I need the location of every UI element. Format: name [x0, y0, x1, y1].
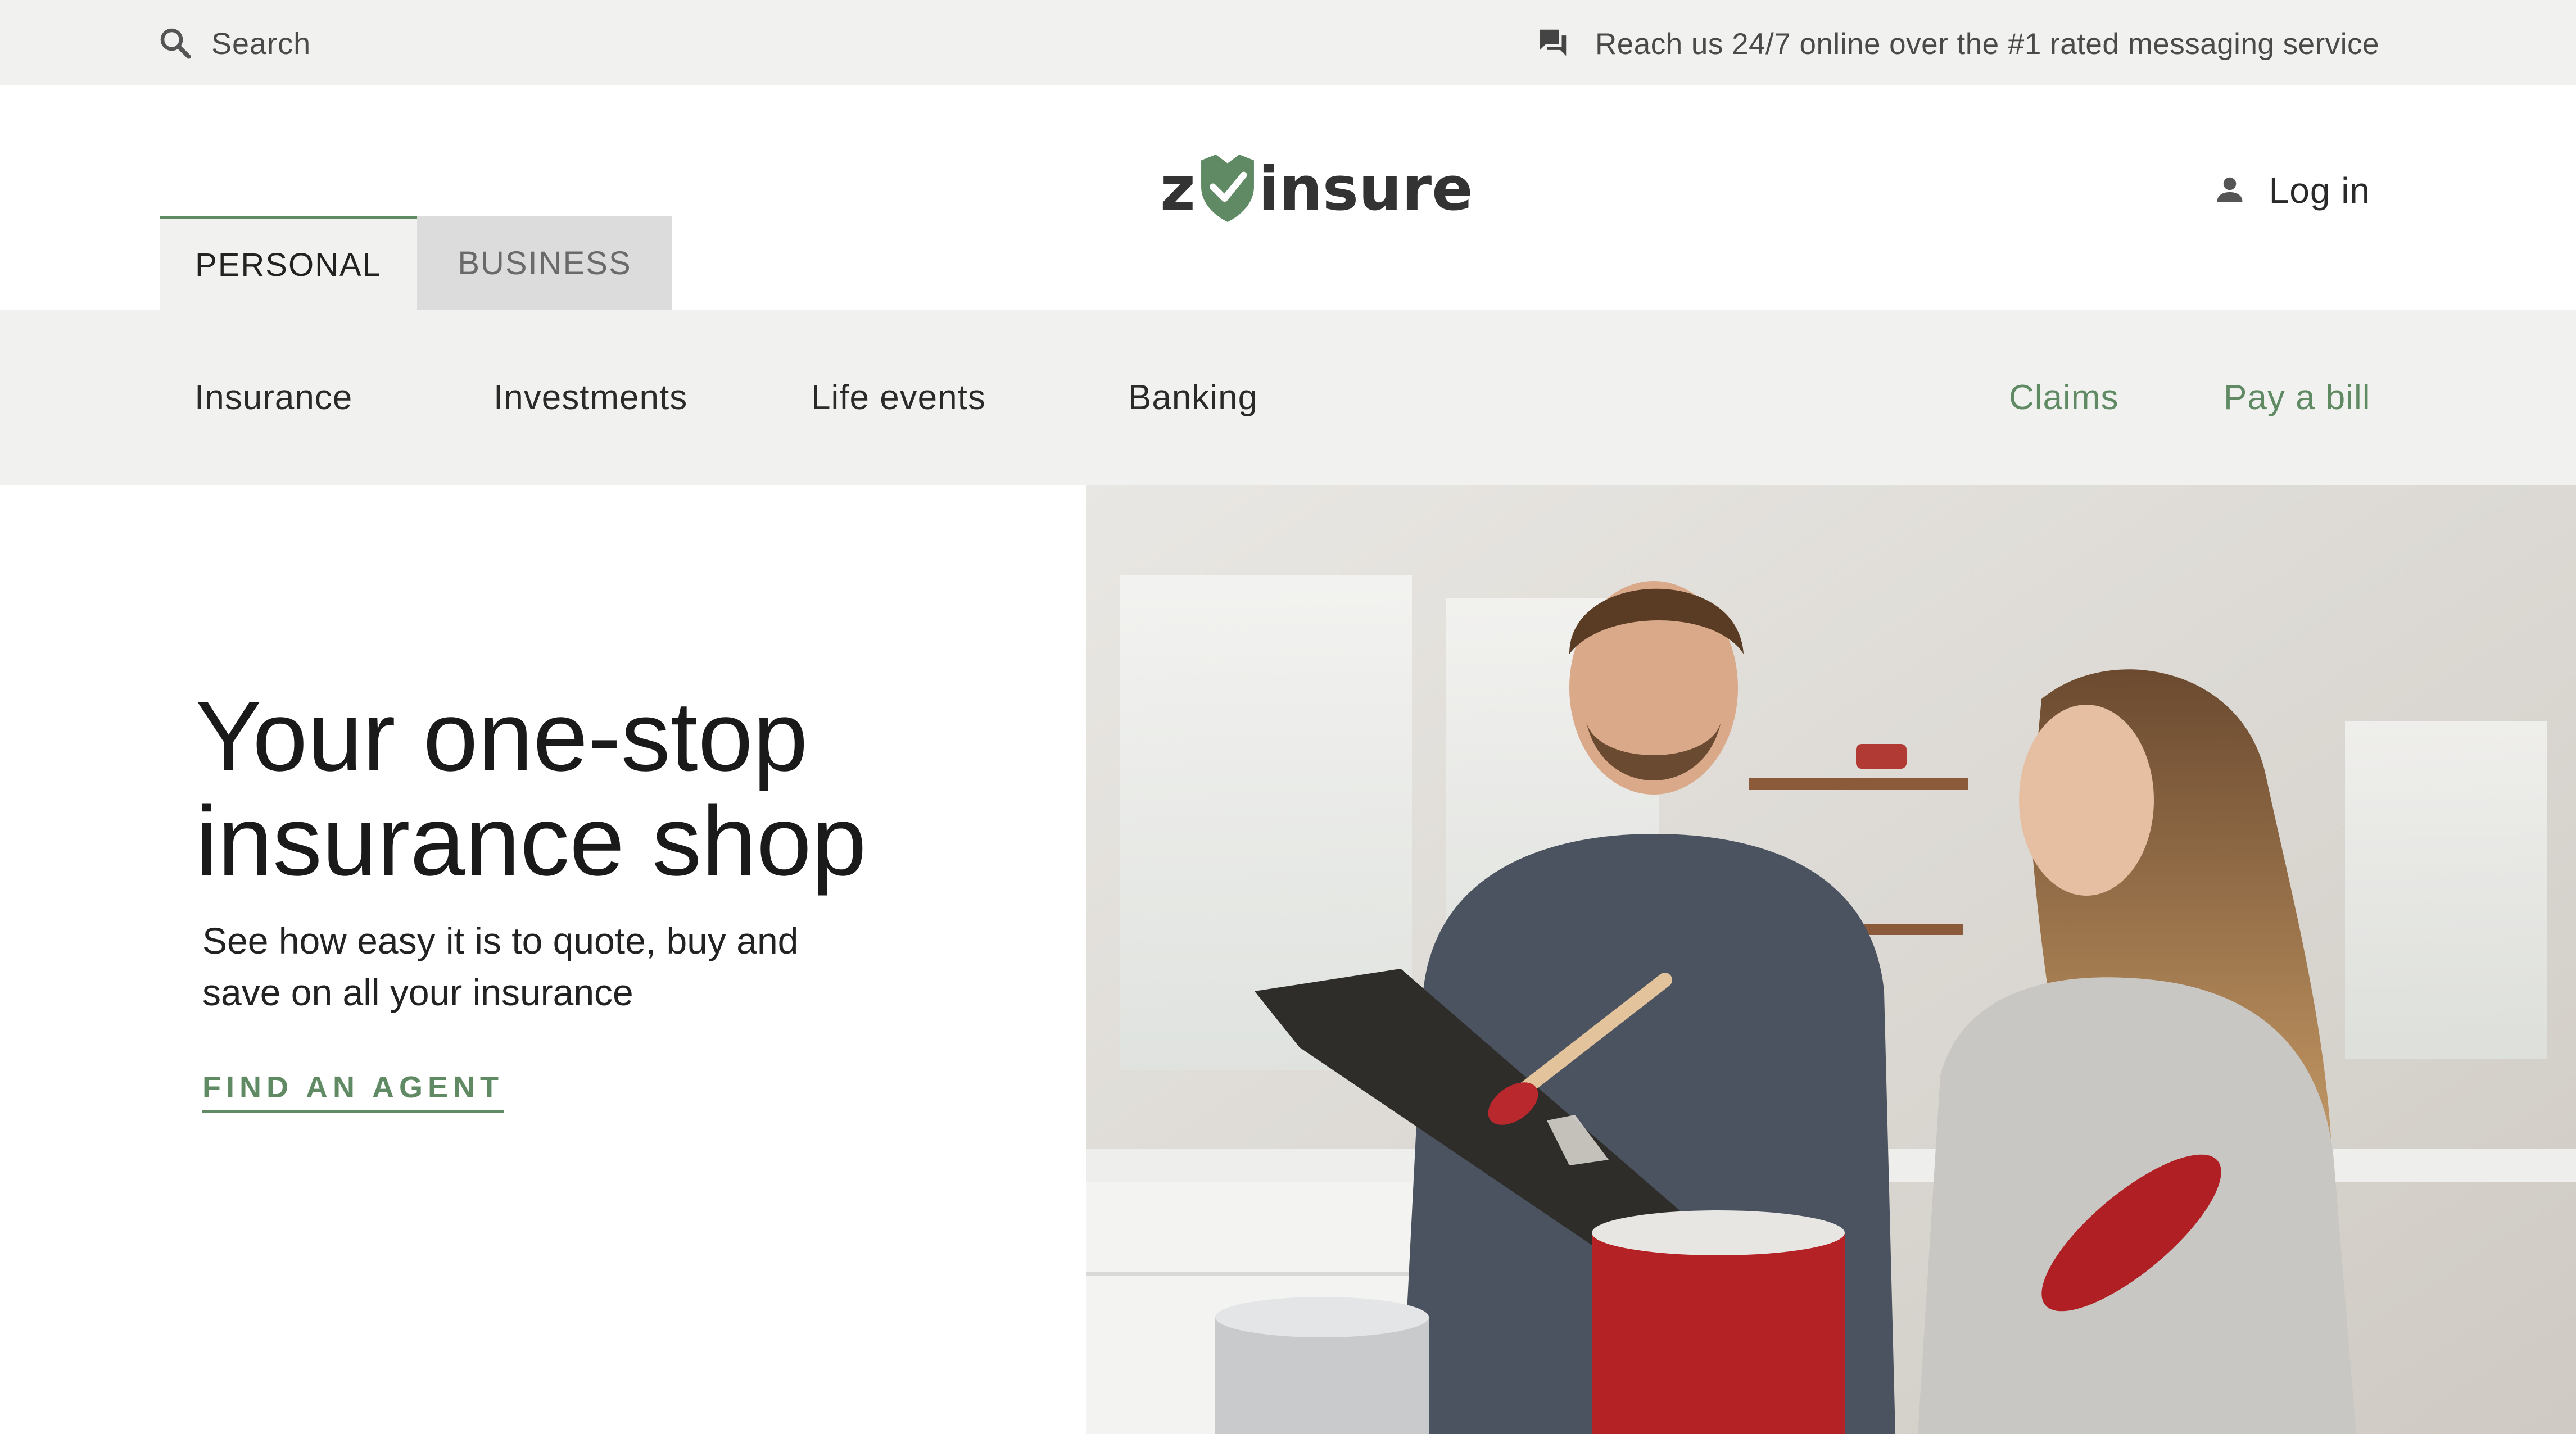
nav-item-life-events[interactable]: Life events [811, 378, 986, 418]
site-header: PERSONAL BUSINESS z insure Log in [0, 85, 2576, 310]
nav-item-claims[interactable]: Claims [2009, 378, 2118, 418]
contact-text[interactable]: Reach us 24/7 online over the #1 rated m… [1595, 27, 2379, 61]
tab-business[interactable]: BUSINESS [417, 216, 672, 310]
nav-item-banking[interactable]: Banking [1128, 378, 1258, 418]
hero-headline: Your one-stop insurance shop [196, 684, 1039, 893]
search-icon[interactable] [156, 24, 193, 64]
main-nav: Insurance Investments Life events Bankin… [0, 310, 2576, 485]
search-label[interactable]: Search [211, 26, 311, 61]
nav-item-investments[interactable]: Investments [494, 378, 687, 418]
person-icon [2213, 173, 2247, 209]
tab-personal[interactable]: PERSONAL [160, 216, 417, 310]
login-label[interactable]: Log in [2269, 170, 2370, 211]
hero-photo [1086, 485, 2576, 1434]
nav-item-pay-a-bill[interactable]: Pay a bill [2224, 378, 2371, 418]
hero-headline-line1: Your one-stop [196, 682, 808, 792]
login-button[interactable]: Log in [2213, 170, 2370, 211]
utility-bar: Search Reach us 24/7 online over the #1 … [0, 0, 2576, 85]
contact-link[interactable]: Reach us 24/7 online over the #1 rated m… [1536, 26, 2379, 62]
hero-headline-line2: insurance shop [196, 786, 867, 896]
logo-word: insure [1258, 154, 1473, 224]
chat-icon [1536, 25, 1570, 63]
hero-subtext: See how easy it is to quote, buy and sav… [202, 915, 877, 1018]
brand-logo[interactable]: z insure [1160, 153, 1473, 226]
search-box[interactable]: Search [156, 26, 311, 62]
find-an-agent-link[interactable]: FIND AN AGENT [202, 1070, 504, 1113]
hero-subtext-line2: save on all your insurance [202, 972, 633, 1013]
nav-item-insurance[interactable]: Insurance [194, 378, 352, 418]
segment-tabs: PERSONAL BUSINESS [160, 216, 672, 310]
logo-prefix: z [1160, 154, 1196, 224]
shield-check-icon [1196, 154, 1257, 225]
hero-subtext-line1: See how easy it is to quote, buy and [202, 920, 799, 961]
